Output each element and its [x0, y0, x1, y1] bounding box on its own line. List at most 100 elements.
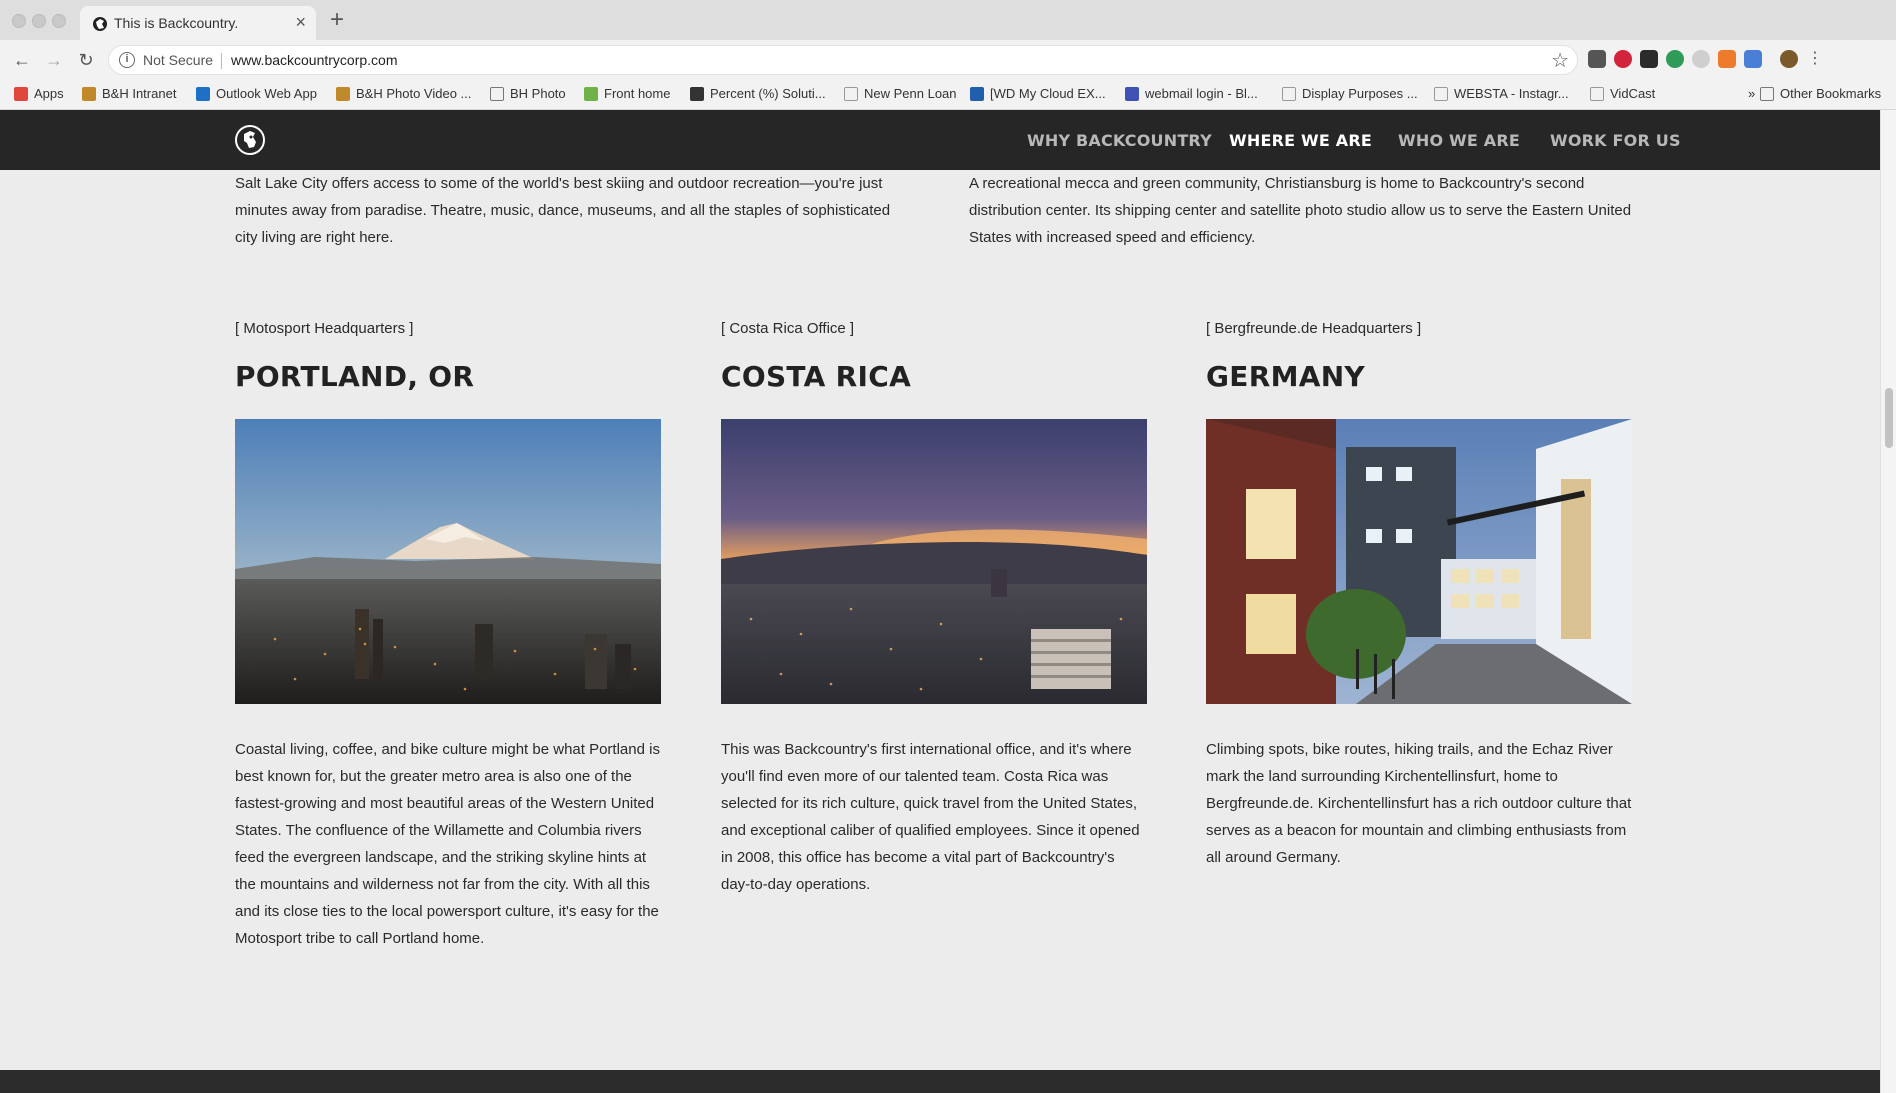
bookmark-bh-intranet[interactable]: B&H Intranet	[82, 86, 176, 101]
bookmark-label: WEBSTA - Instagr...	[1454, 86, 1569, 101]
orange-extension-icon[interactable]	[1718, 50, 1736, 68]
office-description: Climbing spots, bike routes, hiking trai…	[1206, 741, 1632, 866]
christiansburg-description: A recreational mecca and green community…	[969, 175, 1632, 246]
bookmark-label: B&H Intranet	[102, 86, 177, 101]
salt-lake-city-description: Salt Lake City offers access to some of …	[235, 175, 891, 246]
profile-avatar[interactable]	[1780, 50, 1798, 68]
bookmark-label: Outlook Web App	[216, 86, 317, 101]
search-extension-icon[interactable]	[1666, 50, 1684, 68]
minimize-window-button[interactable]	[32, 14, 46, 28]
new-tab-button[interactable]: +	[330, 8, 344, 32]
office-city-title: COSTA RICA	[721, 360, 912, 393]
costa-rica-city-sunset-photo	[721, 419, 1147, 704]
bookmark-label: BH Photo	[510, 86, 566, 101]
office-city-title: PORTLAND, OR	[235, 360, 475, 393]
more-bookmarks-button[interactable]: »	[1748, 86, 1755, 101]
bookmark-bh-photo[interactable]: BH Photo	[490, 86, 566, 101]
menu-dots-icon[interactable]: ⋮	[1806, 50, 1824, 68]
germany-office-building-photo	[1206, 419, 1632, 704]
gear-icon	[690, 86, 704, 101]
backcountry-favicon-icon	[93, 17, 107, 31]
page-scrollbar[interactable]	[1880, 110, 1896, 1093]
bookmark-front-home[interactable]: Front home	[584, 86, 670, 101]
address-bar[interactable]: i Not Secure www.backcountrycorp.com ☆	[108, 45, 1578, 75]
backcountry-goat-logo-icon[interactable]	[234, 124, 266, 156]
bookmark-outlook-web-app[interactable]: Outlook Web App	[196, 86, 317, 101]
url-text[interactable]: www.backcountrycorp.com	[231, 52, 398, 68]
bookmark-apps[interactable]: Apps	[14, 86, 64, 101]
bookmark-websta[interactable]: WEBSTA - Instagr...	[1434, 86, 1569, 101]
page-icon	[1590, 86, 1604, 101]
nav-work-for-us[interactable]: WORK FOR US	[1550, 131, 1681, 150]
office-tag: [ Motosport Headquarters ]	[235, 320, 414, 337]
office-tag: [ Costa Rica Office ]	[721, 320, 855, 337]
bookmark-webmail-login[interactable]: webmail login - Bl...	[1125, 86, 1258, 101]
page-icon	[844, 86, 858, 101]
office-description: This was Backcountry's first internation…	[721, 741, 1140, 893]
close-window-button[interactable]	[12, 14, 26, 28]
grid-icon	[1125, 86, 1139, 101]
bookmark-vidcast[interactable]: VidCast	[1590, 86, 1655, 101]
forward-arrow-icon[interactable]: →	[42, 48, 66, 72]
bh-icon	[82, 86, 96, 101]
front-icon	[584, 86, 598, 101]
office-card-portland: [ Motosport Headquarters ] PORTLAND, OR	[235, 320, 661, 952]
back-arrow-icon[interactable]: ←	[10, 48, 34, 72]
office-city-title: GERMANY	[1206, 360, 1366, 393]
tab-close-icon[interactable]: ×	[295, 12, 306, 32]
bookmark-wd-my-cloud[interactable]: [WD My Cloud EX...	[970, 86, 1106, 101]
bookmark-label: B&H Photo Video ...	[356, 86, 472, 101]
bookmark-new-penn-loan[interactable]: New Penn Loan	[844, 86, 957, 101]
extension-icons: ⋮	[1588, 50, 1824, 68]
other-bookmarks-folder[interactable]: Other Bookmarks	[1760, 86, 1881, 101]
buffer-extension-icon[interactable]	[1640, 50, 1658, 68]
maximize-window-button[interactable]	[52, 14, 66, 28]
bookmark-display-purposes[interactable]: Display Purposes ...	[1282, 86, 1418, 101]
bookmark-label: Percent (%) Soluti...	[710, 86, 826, 101]
office-card-costa-rica: [ Costa Rica Office ] COSTA RICA This wa…	[721, 320, 1147, 898]
bookmark-label: webmail login - Bl...	[1145, 86, 1258, 101]
office-description: Coastal living, coffee, and bike culture…	[235, 741, 660, 947]
page-icon	[1434, 86, 1448, 101]
bookmark-label: New Penn Loan	[864, 86, 957, 101]
browser-toolbar: ← → ↻ i Not Secure www.backcountrycorp.c…	[0, 40, 1896, 80]
wd-icon	[970, 86, 984, 101]
security-label: Not Secure	[143, 52, 214, 68]
info-icon[interactable]: i	[119, 52, 135, 68]
bookmarks-bar: VidCast WEBSTA - Instagr... Display Purpos…	[0, 80, 1896, 110]
nav-where-we-are[interactable]: WHERE WE ARE	[1229, 131, 1372, 150]
apps-grid-icon	[14, 86, 28, 101]
reload-icon[interactable]: ↻	[74, 48, 98, 72]
nav-who-we-are[interactable]: WHO WE ARE	[1398, 131, 1520, 150]
outlook-icon	[196, 86, 210, 101]
page-viewport: WHY BACKCOUNTRY WHERE WE ARE WHO WE ARE …	[0, 110, 1880, 1093]
other-bookmarks-label: Other Bookmarks	[1780, 86, 1882, 101]
calendar-extension-icon[interactable]	[1588, 50, 1606, 68]
footer-band	[0, 1070, 1880, 1093]
bookmark-star-icon[interactable]: ☆	[1551, 48, 1569, 73]
site-header: WHY BACKCOUNTRY WHERE WE ARE WHO WE ARE …	[0, 110, 1880, 170]
bookmark-bh-photo-video[interactable]: B&H Photo Video ...	[336, 86, 471, 101]
browser-tab[interactable]: This is Backcountry. ×	[80, 6, 316, 40]
bookmark-label: Apps	[34, 86, 64, 101]
bookmark-percent-solutions[interactable]: Percent (%) Soluti...	[690, 86, 826, 101]
scrollbar-thumb[interactable]	[1885, 388, 1893, 448]
omnibox-divider	[221, 53, 222, 69]
nav-why-backcountry[interactable]: WHY BACKCOUNTRY	[1027, 131, 1212, 150]
tab-strip: This is Backcountry. × +	[0, 0, 1896, 40]
page-icon	[1282, 86, 1296, 101]
folder-icon	[1760, 86, 1774, 101]
office-tag: [ Bergfreunde.de Headquarters ]	[1206, 320, 1422, 337]
cloud-extension-icon[interactable]	[1692, 50, 1710, 68]
bookmark-label: Front home	[604, 86, 671, 101]
folder-icon	[490, 86, 504, 101]
tab-title: This is Backcountry.	[114, 15, 239, 31]
portland-mount-hood-photo	[235, 419, 661, 704]
office-card-germany: [ Bergfreunde.de Headquarters ] GERMANY	[1206, 320, 1632, 871]
bh-icon	[336, 86, 350, 101]
bookmark-label: [WD My Cloud EX...	[990, 86, 1106, 101]
bookmark-label: VidCast	[1610, 86, 1656, 101]
pinterest-extension-icon[interactable]	[1614, 50, 1632, 68]
sync-extension-icon[interactable]	[1744, 50, 1762, 68]
bookmark-label: Display Purposes ...	[1302, 86, 1418, 101]
